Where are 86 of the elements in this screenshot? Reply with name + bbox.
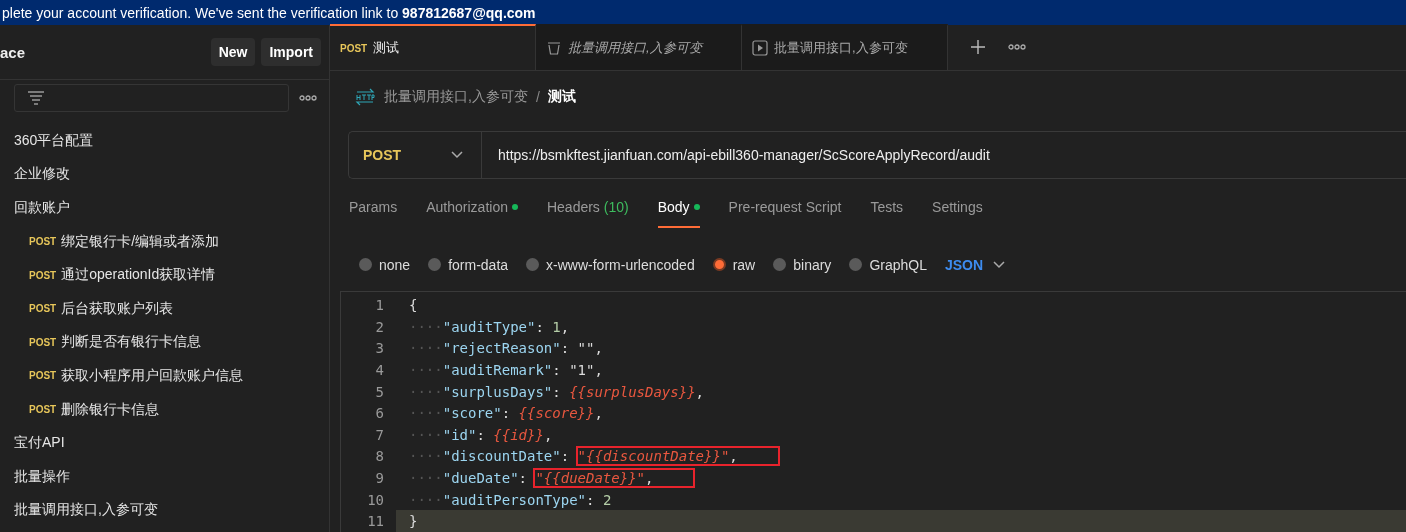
radio-label: form-data	[448, 256, 509, 273]
bucket-icon	[546, 40, 562, 57]
workspace-title: ace	[0, 43, 27, 61]
plus-icon[interactable]	[970, 39, 986, 56]
url-field[interactable]: https://bsmkftest.jianfuan.com/api-ebill360-manager/ScScoreApplyRecord/audit	[482, 147, 990, 163]
method-label: POST	[29, 303, 57, 315]
method-label: POST	[29, 236, 57, 248]
radio-button[interactable]	[359, 258, 372, 272]
search-field[interactable]	[14, 84, 289, 112]
request-name: 测试	[547, 87, 576, 106]
play-icon	[752, 40, 768, 57]
request-option-tab[interactable]: Pre-request Script	[728, 198, 842, 228]
code-line: ····"surplusDays": {{surplusDays}},	[408, 382, 706, 402]
line-number: 4	[374, 362, 385, 379]
radio-button[interactable]	[526, 258, 540, 272]
collection-link[interactable]: 批量调用接口,入参可变	[384, 87, 528, 106]
tab-title: 测试	[373, 39, 400, 58]
line-number: 10	[366, 491, 385, 508]
line-number: 2	[374, 318, 385, 335]
tab-title: 批量调用接口,入参可变	[568, 39, 702, 58]
method-label: POST	[29, 370, 57, 382]
code-line: ····"id": {{id}},	[408, 425, 554, 445]
banner-text: plete your account verification. We've sent the verification link to 987812687@qq.com	[2, 4, 536, 21]
request-tab[interactable]: POST 测试	[330, 24, 536, 71]
filter-icon[interactable]	[27, 91, 45, 105]
request-tab[interactable]: 批量调用接口,入参可变	[536, 24, 742, 71]
request-option-tab[interactable]: Headers (10)	[546, 198, 629, 228]
method-label: POST	[29, 269, 57, 281]
http-icon	[354, 87, 376, 106]
folder-item[interactable]: 360平台配置	[14, 131, 94, 150]
request-item[interactable]: 绑定银行卡/编辑或者添加	[61, 232, 220, 251]
folder-item[interactable]: 批量操作	[14, 467, 70, 486]
line-number: 1	[374, 297, 385, 314]
request-option-tab[interactable]: Authorization	[426, 198, 518, 228]
request-option-tab[interactable]: Tests	[870, 198, 904, 228]
request-option-tab[interactable]: Params	[349, 198, 398, 228]
folder-item[interactable]: 企业修改	[14, 165, 70, 184]
line-number: 3	[374, 340, 385, 357]
line-number: 8	[374, 448, 385, 465]
request-item[interactable]: 删除银行卡信息	[61, 400, 160, 419]
method-dropdown[interactable]: POST	[349, 132, 482, 178]
line-number: 5	[374, 383, 385, 400]
code-line: ····"discountDate": "{{discountDate}}",	[396, 445, 1406, 468]
more-icon[interactable]	[1008, 44, 1026, 51]
radio-label: none	[379, 256, 411, 273]
code-line: ····"score": {{score}},	[408, 404, 604, 424]
radio-label: raw	[732, 256, 756, 273]
code-line: ····"auditRemark": "1",	[408, 361, 604, 381]
line-number: 11	[366, 513, 385, 530]
radio-button[interactable]	[849, 258, 863, 272]
chevron-down-icon	[451, 151, 463, 159]
more-icon[interactable]	[299, 95, 317, 101]
tab-title: 批量调用接口,入参可变	[774, 39, 908, 58]
code-line: ····"auditType": 1,	[408, 317, 571, 337]
method-label: POST	[29, 336, 57, 348]
radio-label: GraphQL	[869, 256, 927, 273]
folder-item[interactable]: 批量调用接口,入参可变	[14, 501, 158, 520]
line-number: 6	[374, 405, 385, 422]
code-editor[interactable]	[340, 291, 1406, 532]
request-option-tab[interactable]: Body	[657, 198, 700, 228]
breadcrumb-separator: /	[535, 88, 540, 105]
code-line: ····"auditPersonType": 2	[408, 490, 613, 510]
line-number: 9	[374, 470, 385, 486]
chevron-down-icon	[993, 260, 1006, 269]
method-label: POST	[29, 404, 57, 416]
folder-item[interactable]: 回款账户	[14, 199, 70, 217]
new-button[interactable]: New	[210, 38, 256, 66]
line-number: 7	[374, 426, 385, 443]
import-button[interactable]: Import	[261, 38, 321, 66]
request-option-tab[interactable]: Settings	[932, 198, 983, 228]
request-item[interactable]: 后台获取账户列表	[61, 299, 174, 318]
method-label: POST	[340, 42, 368, 54]
radio-label: binary	[793, 256, 832, 273]
radio-button[interactable]	[712, 258, 726, 272]
request-item[interactable]: 通过operationId获取详情	[61, 266, 216, 285]
radio-label: x-www-form-urlencoded	[546, 256, 695, 273]
code-line: ····"dueDate": "{{dueDate}}",	[396, 467, 1406, 489]
code-line: ····"rejectReason": "",	[408, 339, 604, 359]
language-dropdown[interactable]: JSON	[944, 256, 1006, 273]
radio-button[interactable]	[428, 258, 442, 272]
request-item[interactable]: 获取小程序用户回款账户信息	[61, 366, 244, 385]
request-item[interactable]: 判断是否有银行卡信息	[61, 333, 202, 352]
code-line: {	[408, 296, 419, 316]
radio-button[interactable]	[773, 258, 787, 272]
request-tab[interactable]: 批量调用接口,入参可变	[742, 24, 948, 71]
folder-item[interactable]: 宝付API	[14, 434, 65, 453]
